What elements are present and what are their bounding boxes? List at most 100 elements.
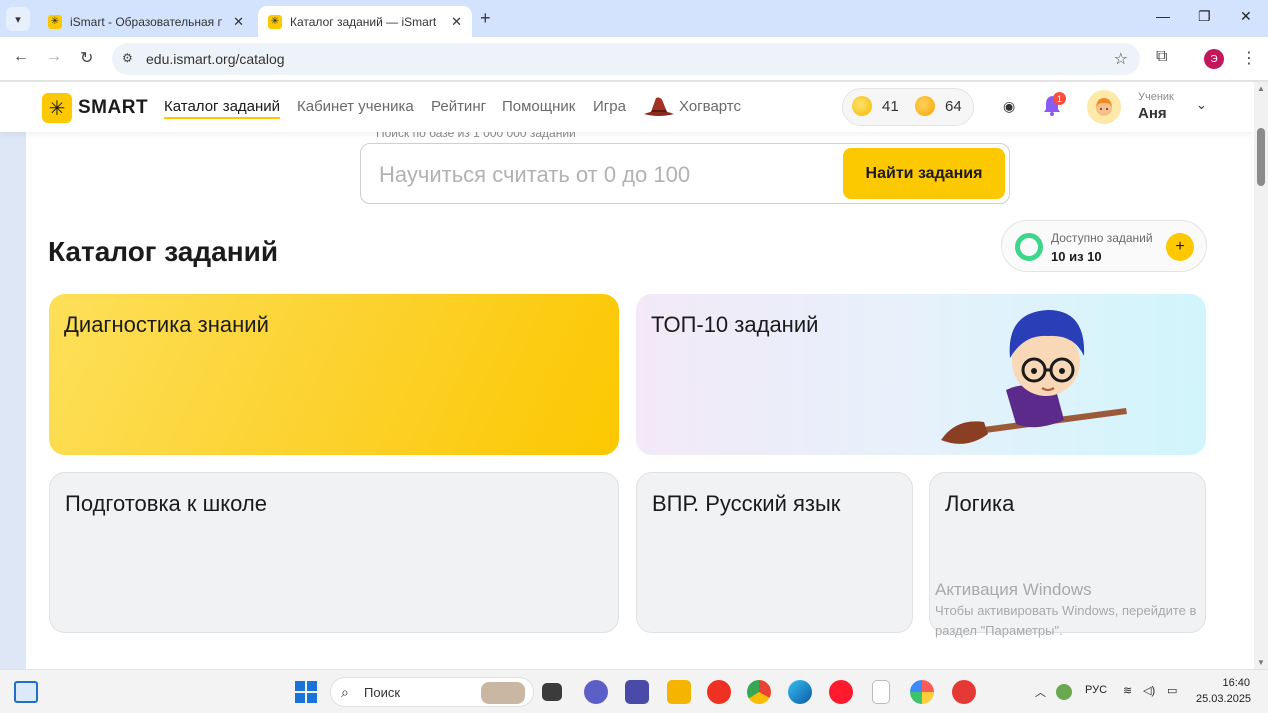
new-tab-icon[interactable]: +	[480, 8, 491, 29]
wizard-boy-on-broom-icon	[941, 310, 1127, 444]
user-avatar[interactable]	[1087, 90, 1121, 124]
close-tab-icon[interactable]: ✕	[451, 14, 462, 30]
coins-value: 41	[882, 97, 899, 115]
search-icon: ⌕	[341, 684, 349, 700]
task-search: Научиться считать от 0 до 100 Найти зада…	[360, 143, 1010, 204]
nav-game[interactable]: Игра	[593, 98, 626, 115]
edge-icon[interactable]	[788, 680, 812, 704]
watermark-line1: Чтобы активировать Windows, перейдите в	[935, 603, 1197, 618]
profile-avatar[interactable]: Э	[1204, 49, 1224, 69]
chevron-down-icon: ▾	[15, 13, 21, 26]
browser-tab[interactable]: ✳ iSmart - Образовательная пла ✕	[38, 6, 254, 37]
nav-catalog[interactable]: Каталог заданий	[164, 98, 281, 119]
back-icon[interactable]: ←	[13, 48, 29, 66]
nav-student-cabinet[interactable]: Кабинет ученика	[297, 98, 414, 115]
card-top10[interactable]: ТОП-10 заданий	[636, 294, 1206, 455]
url-text[interactable]: edu.ismart.org/catalog	[146, 51, 285, 67]
scrollbar-thumb[interactable]	[1257, 128, 1265, 186]
currency-counters[interactable]: 41 64	[842, 88, 974, 126]
card-title: Логика	[945, 491, 1015, 516]
nav-hogwarts[interactable]: Хогвартс	[679, 98, 741, 115]
scroll-up-icon[interactable]: ▲	[1257, 84, 1265, 93]
eye-icon[interactable]: ◉	[1003, 98, 1015, 115]
logo-sun-icon: ✳	[42, 93, 72, 123]
coins-counter: 41	[852, 96, 899, 116]
site-header: ✳ SMART Каталог заданий Кабинет ученика …	[0, 82, 1254, 132]
available-value: 10 из 10	[1051, 249, 1102, 264]
reload-icon[interactable]: ↻	[80, 48, 93, 68]
ismart-favicon-icon: ✳	[48, 14, 62, 29]
logo-text: SMART	[78, 97, 149, 118]
volume-icon[interactable]: ◁)	[1143, 684, 1155, 697]
search-highlight-image	[481, 682, 525, 704]
scroll-down-icon[interactable]: ▼	[1257, 658, 1265, 667]
tab-title: Каталог заданий — iSmart	[290, 14, 437, 29]
page-scrollbar[interactable]: ▲ ▼	[1254, 82, 1268, 669]
document-icon[interactable]	[872, 680, 890, 704]
yandex-browser-icon[interactable]	[707, 680, 731, 704]
browser-menu-icon[interactable]: ⋮	[1241, 48, 1257, 68]
browser-tab-bar: ▾ ✳ iSmart - Образовательная пла ✕ ✳ Кат…	[0, 0, 1268, 37]
chrome-icon[interactable]	[747, 680, 771, 704]
girl-avatar-icon	[1096, 98, 1112, 116]
progress-ring-icon	[1015, 233, 1043, 261]
site-settings-icon[interactable]: ⚙	[122, 51, 133, 65]
file-explorer-icon[interactable]	[667, 680, 691, 704]
tray-app-icon[interactable]	[1056, 684, 1072, 700]
card-diagnostics[interactable]: Диагностика знаний	[49, 294, 619, 455]
browser-toolbar: ← → ↻ ⚙ edu.ismart.org/catalog ☆	[0, 37, 1268, 81]
minimize-icon[interactable]: —	[1156, 8, 1170, 24]
windows-taskbar: ⌕ Поиск ︿ РУС ≋ ◁) ▭ 16:40 25.03.2025	[0, 669, 1268, 713]
tab-search-button[interactable]: ▾	[6, 7, 30, 31]
watermark-title: Активация Windows	[935, 580, 1092, 599]
find-tasks-button[interactable]: Найти задания	[843, 148, 1005, 199]
forward-icon[interactable]: →	[46, 48, 62, 66]
chevron-up-icon[interactable]: ︿	[1035, 684, 1046, 700]
battery-icon[interactable]: ▭	[1167, 684, 1177, 697]
taskbar-search-label: Поиск	[364, 685, 401, 700]
extensions-icon[interactable]: ⧉	[1156, 48, 1167, 66]
opera-icon[interactable]	[829, 680, 853, 704]
wifi-icon[interactable]: ≋	[1123, 684, 1132, 697]
clock-date[interactable]: 25.03.2025	[1196, 693, 1251, 705]
language-indicator[interactable]: РУС	[1085, 684, 1107, 696]
wps-icon[interactable]	[952, 680, 976, 704]
page-title: Каталог заданий	[48, 236, 279, 267]
widgets-icon[interactable]	[14, 681, 38, 703]
windows-activation-watermark: Активация Windows Чтобы активировать Win…	[935, 580, 1196, 640]
card-vpr-russian[interactable]: ВПР. Русский язык	[636, 472, 913, 633]
smile-face-icon	[915, 96, 935, 116]
clock-time[interactable]: 16:40	[1218, 677, 1250, 689]
ismart-favicon-icon: ✳	[268, 14, 282, 29]
card-school-prep[interactable]: Подготовка к школе	[49, 472, 619, 633]
color-app-icon[interactable]	[910, 680, 934, 704]
save-app-icon[interactable]	[625, 680, 649, 704]
windows-start-icon[interactable]	[294, 680, 318, 704]
close-window-icon[interactable]: ✕	[1240, 8, 1252, 25]
address-bar[interactable]: ⚙ edu.ismart.org/catalog ☆	[112, 43, 1140, 75]
card-title: Диагностика знаний	[64, 312, 269, 337]
smiles-counter: 64	[915, 96, 962, 116]
teams-icon[interactable]	[584, 680, 608, 704]
bookmark-star-icon[interactable]: ☆	[1114, 49, 1128, 69]
card-title: ВПР. Русский язык	[652, 491, 841, 516]
nav-rating[interactable]: Рейтинг	[431, 98, 486, 115]
taskbar-search[interactable]: ⌕ Поиск	[330, 677, 534, 707]
tab-title: iSmart - Образовательная пла	[70, 14, 222, 29]
close-tab-icon[interactable]: ✕	[233, 14, 244, 30]
ismart-logo[interactable]: ✳ SMART	[42, 93, 148, 123]
add-tasks-button[interactable]: +	[1166, 233, 1194, 261]
task-view-icon[interactable]	[542, 683, 562, 701]
chevron-down-icon[interactable]: ⌄	[1196, 97, 1207, 113]
coin-icon	[852, 96, 872, 116]
browser-tab-active[interactable]: ✳ Каталог заданий — iSmart ✕	[258, 6, 472, 37]
restore-icon[interactable]: ❐	[1198, 8, 1211, 25]
search-input[interactable]: Научиться считать от 0 до 100	[379, 162, 690, 188]
available-tasks-widget: Доступно заданий 10 из 10 +	[1001, 220, 1207, 272]
wizard-hat-icon	[644, 97, 674, 116]
available-label: Доступно заданий	[1051, 231, 1153, 245]
user-role: Ученик	[1138, 91, 1174, 103]
smiles-value: 64	[945, 97, 962, 115]
notification-badge: 1	[1053, 92, 1066, 105]
nav-assistant[interactable]: Помощник	[502, 98, 575, 115]
